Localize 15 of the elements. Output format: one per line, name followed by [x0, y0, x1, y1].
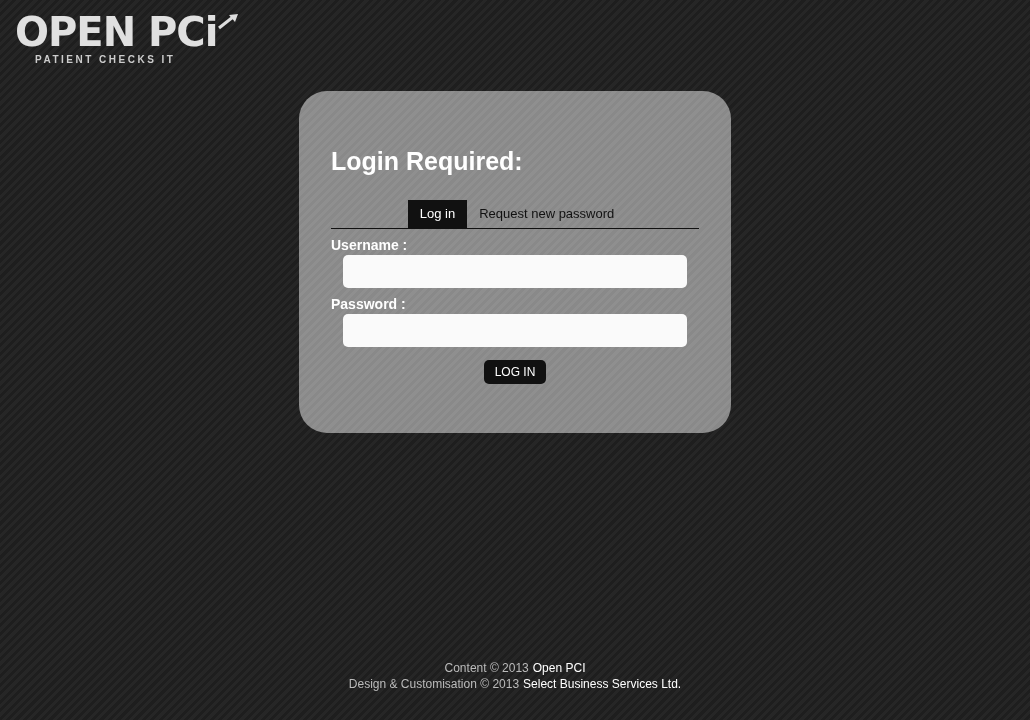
arrow-icon — [217, 14, 240, 30]
footer-text: Design & Customisation © 2013 — [348, 677, 520, 691]
tab[interactable]: Log in — [407, 200, 468, 228]
input-field[interactable] — [343, 314, 687, 347]
input-field[interactable] — [343, 255, 687, 288]
footer-link[interactable]: Select Business Services Ltd. — [523, 677, 682, 691]
field-label: Password : — [331, 296, 407, 313]
logo-title: OPEN PCi — [15, 10, 218, 54]
login-button[interactable]: LOG IN — [483, 360, 547, 384]
footer-text: Content © 2013 — [444, 661, 529, 675]
tab[interactable]: Request new password — [467, 200, 627, 228]
field-label: Username : — [331, 237, 409, 254]
footer-link[interactable]: Open PCI — [532, 661, 586, 675]
login-heading: Login Required: — [331, 146, 524, 176]
logo-tagline: PATIENT CHECKS IT — [35, 54, 176, 65]
